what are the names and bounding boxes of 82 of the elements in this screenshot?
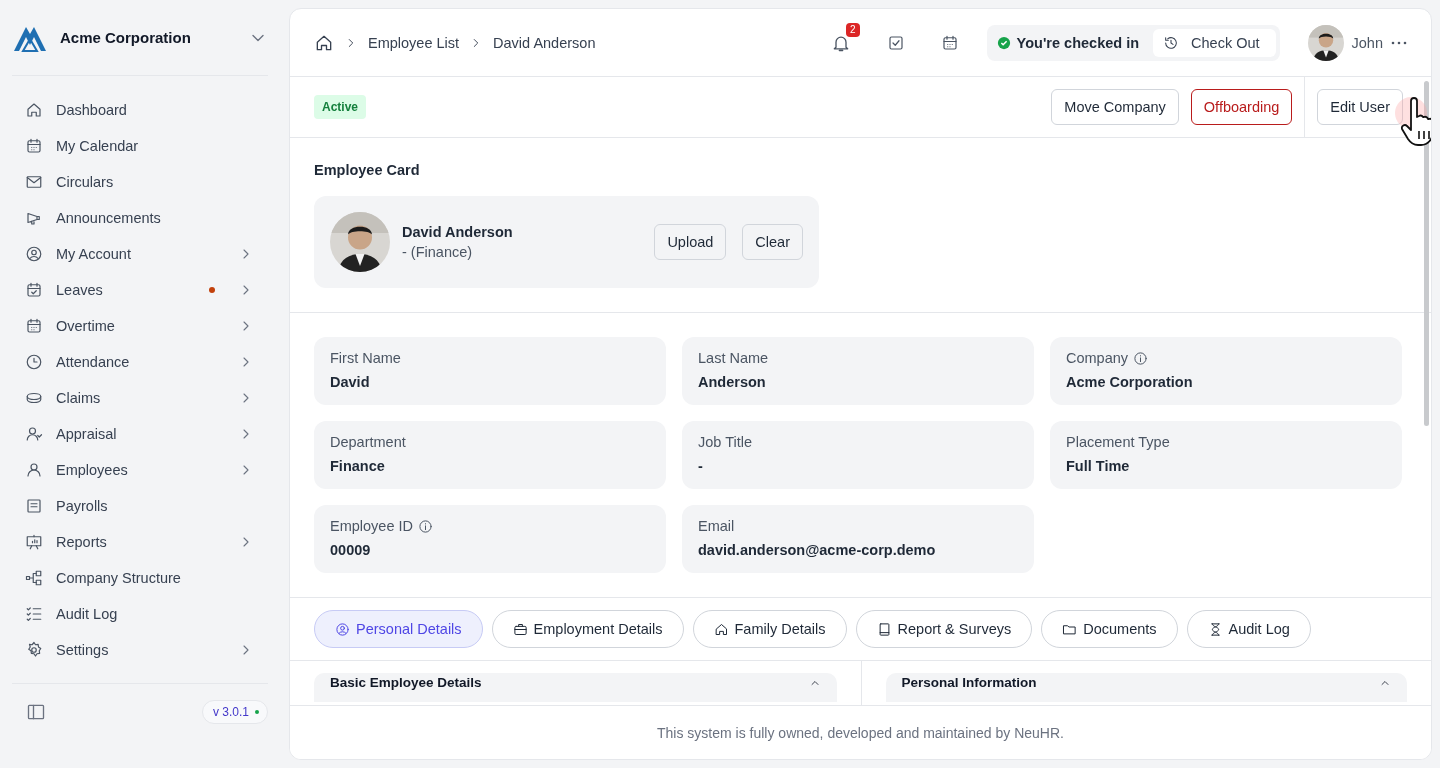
- nav-item[interactable]: Appraisal: [0, 416, 288, 452]
- settings-icon: [25, 641, 43, 659]
- chart-board-icon: [25, 533, 43, 551]
- nav-item[interactable]: Settings: [0, 632, 288, 668]
- field-label: Last Name: [698, 350, 769, 366]
- field-label: Job Title: [698, 434, 752, 450]
- field-value: Anderson: [698, 374, 767, 390]
- nav-item[interactable]: Reports: [0, 524, 288, 560]
- tab[interactable]: Employment Details: [491, 610, 684, 648]
- action-button[interactable]: Offboarding: [1190, 89, 1293, 125]
- field-label: Department: [330, 434, 406, 450]
- hierarchy-icon: [25, 569, 43, 587]
- field-value: 00009: [330, 542, 372, 558]
- nav-item[interactable]: Circulars: [0, 164, 288, 200]
- field-value: Acme Corporation: [1066, 374, 1194, 390]
- section-header[interactable]: Personal Information: [885, 673, 1407, 702]
- photo-button[interactable]: Upload: [654, 224, 727, 260]
- field-label: Email: [698, 518, 735, 534]
- calendar-icon: [940, 33, 959, 52]
- tab[interactable]: Family Details: [692, 610, 847, 648]
- checkbox-icon: [886, 33, 905, 52]
- tab[interactable]: Documents: [1041, 610, 1178, 648]
- nav-item[interactable]: Audit Log: [0, 596, 288, 632]
- status-badge: Active: [314, 95, 367, 119]
- field-value: David: [330, 374, 371, 390]
- nav-item[interactable]: Dashboard: [0, 92, 288, 128]
- tab[interactable]: Audit Log: [1186, 610, 1311, 648]
- more-icon[interactable]: [1391, 40, 1407, 45]
- field-label: First Name: [330, 350, 401, 366]
- sidebar-toggle-icon[interactable]: [26, 702, 46, 722]
- nav-item[interactable]: My Calendar: [0, 128, 288, 164]
- tab[interactable]: Personal Details: [314, 610, 483, 648]
- nav-item[interactable]: Announcements: [0, 200, 288, 236]
- nav-item[interactable]: Attendance: [0, 344, 288, 380]
- field-label: Company: [1066, 350, 1129, 366]
- nav-item[interactable]: My Account: [0, 236, 288, 272]
- check-circle-icon: [996, 35, 1011, 50]
- calendar-check-icon: [25, 281, 43, 299]
- calendar-icon: [25, 137, 43, 155]
- field-value: david.anderson@acme-corp.demo: [698, 542, 937, 558]
- section-header[interactable]: Basic Employee Details: [314, 673, 837, 702]
- photo-button[interactable]: Clear: [742, 224, 803, 260]
- nav-item[interactable]: Payrolls: [0, 488, 288, 524]
- tab[interactable]: Report & Surveys: [855, 610, 1033, 648]
- breadcrumb-link[interactable]: Employee List: [368, 34, 460, 51]
- section-title: Employee Card: [314, 162, 421, 178]
- user-circle-icon: [335, 621, 350, 637]
- briefcase-icon: [512, 621, 528, 637]
- user-check-icon: [25, 425, 43, 443]
- user-circle-icon: [25, 245, 43, 263]
- company-name: Acme Corporation: [60, 29, 192, 46]
- employee-name: David Anderson: [402, 224, 514, 240]
- nav-item[interactable]: Leaves: [0, 272, 288, 308]
- version-badge: v 3.0.1: [201, 700, 268, 724]
- book-icon: [876, 621, 892, 637]
- footer-text: This system is fully owned, developed and maintained by NeuHR.: [657, 724, 1064, 741]
- field-value: Finance: [330, 458, 386, 474]
- clock-icon: [1163, 34, 1180, 51]
- action-button[interactable]: Edit User: [1317, 89, 1403, 125]
- check-in-status: You're checked in: [1016, 34, 1140, 51]
- check-out-button[interactable]: Check Out: [1153, 28, 1276, 57]
- nav-item[interactable]: Overtime: [0, 308, 288, 344]
- nav-item[interactable]: Company Structure: [0, 560, 288, 596]
- notification-badge: 2: [846, 22, 860, 37]
- home-icon: [713, 621, 729, 637]
- field-label: Placement Type: [1066, 434, 1170, 450]
- receipt-icon: [25, 497, 43, 515]
- field-value: Full Time: [1066, 458, 1131, 474]
- user-icon: [25, 461, 43, 479]
- scrollbar[interactable]: [1424, 81, 1429, 426]
- checklist-icon: [25, 605, 43, 623]
- nav-item[interactable]: Claims: [0, 380, 288, 416]
- action-button[interactable]: Move Company: [1051, 89, 1179, 125]
- field-label: Employee ID: [330, 518, 413, 534]
- clock-icon: [25, 353, 43, 371]
- envelope-icon: [25, 173, 43, 191]
- field-value: -: [698, 458, 704, 474]
- home-icon: [25, 101, 43, 119]
- employee-department: - (Finance): [402, 244, 474, 260]
- user-name[interactable]: John: [1351, 34, 1383, 51]
- nav-item[interactable]: Employees: [0, 452, 288, 488]
- calendar-icon: [25, 317, 43, 335]
